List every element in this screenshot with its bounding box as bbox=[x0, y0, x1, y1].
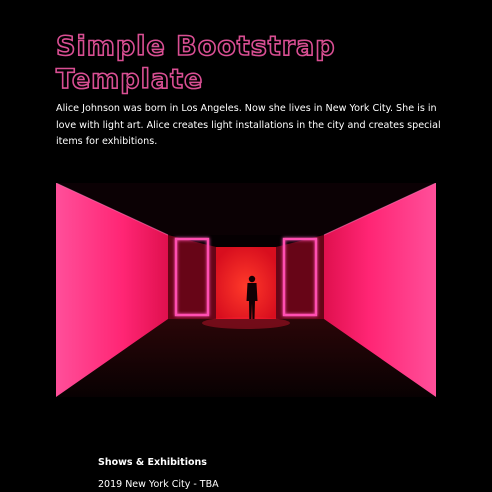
page: Simple Bootstrap Template Alice Johnson … bbox=[0, 0, 492, 492]
show-list-item: 2019 New York City - TBA bbox=[98, 479, 219, 490]
intro-paragraph: Alice Johnson was born in Los Angeles. N… bbox=[56, 103, 441, 147]
shows-heading: Shows & Exhibitions bbox=[98, 457, 207, 468]
hero-image bbox=[56, 183, 436, 397]
page-title: Simple Bootstrap Template bbox=[55, 30, 336, 96]
